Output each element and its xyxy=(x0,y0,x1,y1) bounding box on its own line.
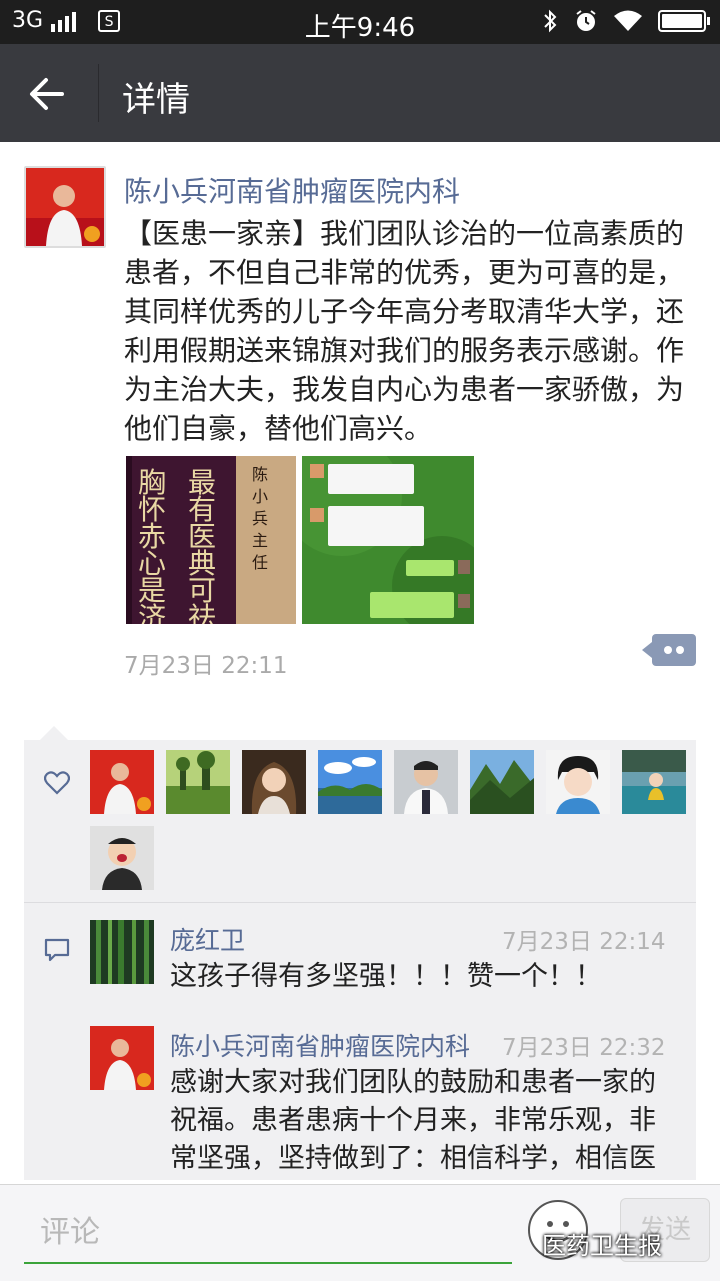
like-avatar[interactable] xyxy=(546,750,610,814)
comment-time: 7月23日 22:32 xyxy=(502,1035,666,1061)
comment-line: 常坚强，坚持做到了：相信科学，相信医 xyxy=(170,1143,656,1174)
banner-small-char: 陈 xyxy=(252,465,268,484)
bluetooth-icon xyxy=(544,9,557,33)
post-author-avatar[interactable] xyxy=(24,166,106,248)
comment-line: 感谢大家对我们团队的鼓励和患者一家的 xyxy=(170,1067,656,1098)
like-avatar[interactable] xyxy=(622,750,686,814)
post-image-banner[interactable]: 胸怀赤心是济最有医典可祛陈小兵主任 xyxy=(126,456,296,624)
comment-author-name[interactable]: 陈小兵河南省肿瘤医院内科 xyxy=(170,1027,470,1063)
banner-small-char: 主 xyxy=(252,531,268,550)
page-title: 详情 xyxy=(122,80,190,120)
post-image-chat[interactable] xyxy=(302,456,474,624)
like-avatar[interactable] xyxy=(394,750,458,814)
banner-small-char: 小 xyxy=(252,487,268,506)
heart-icon xyxy=(44,771,70,795)
title-divider xyxy=(98,64,99,122)
post-text: 【医患一家亲】我们团队诊治的一位高素质的患者，不但自己非常的优秀，更为可喜的是，… xyxy=(124,217,685,445)
comment-text: 感谢大家对我们团队的鼓励和患者一家的 祝福。患者患病十个月来，非常乐观，非 常坚… xyxy=(170,1064,690,1178)
comment-icon xyxy=(44,938,70,962)
like-avatar[interactable] xyxy=(90,826,154,890)
wifi-icon xyxy=(614,10,642,31)
status-bar: 3G S 上午9:46 xyxy=(0,0,720,44)
like-avatar[interactable] xyxy=(318,750,382,814)
comment-author-name[interactable]: 庞红卫 xyxy=(170,921,245,957)
comment-avatar[interactable] xyxy=(90,920,154,984)
alarm-icon xyxy=(576,10,596,31)
title-bar: 详情 xyxy=(0,44,720,142)
comment-input[interactable] xyxy=(24,1206,512,1258)
comment-avatar[interactable] xyxy=(90,1026,154,1090)
battery-icon xyxy=(658,10,710,32)
post-time: 7月23日 22:11 xyxy=(124,653,288,679)
post-author-name[interactable]: 陈小兵河南省肿瘤医院内科 xyxy=(124,170,460,210)
comment-time: 7月23日 22:14 xyxy=(502,929,666,955)
input-underline xyxy=(24,1262,512,1264)
like-avatar[interactable] xyxy=(166,750,230,814)
watermark-label: 医药卫生报 xyxy=(542,1232,662,1260)
like-avatar[interactable] xyxy=(470,750,534,814)
back-arrow-icon[interactable] xyxy=(22,72,72,116)
banner-char: 祛 xyxy=(188,601,216,624)
banner-char: 济 xyxy=(138,601,166,624)
comment-line: 祝福。患者患病十个月来，非常乐观，非 xyxy=(170,1105,656,1136)
like-avatar[interactable] xyxy=(242,750,306,814)
more-actions-button[interactable] xyxy=(642,634,696,666)
banner-small-char: 兵 xyxy=(252,509,268,528)
like-avatar[interactable] xyxy=(90,750,154,814)
likebox-pointer xyxy=(40,726,68,740)
banner-small-char: 任 xyxy=(252,553,268,572)
likes-comments-divider xyxy=(24,902,696,903)
comment-text: 这孩子得有多坚强！！！赞一个！！ xyxy=(170,961,602,992)
